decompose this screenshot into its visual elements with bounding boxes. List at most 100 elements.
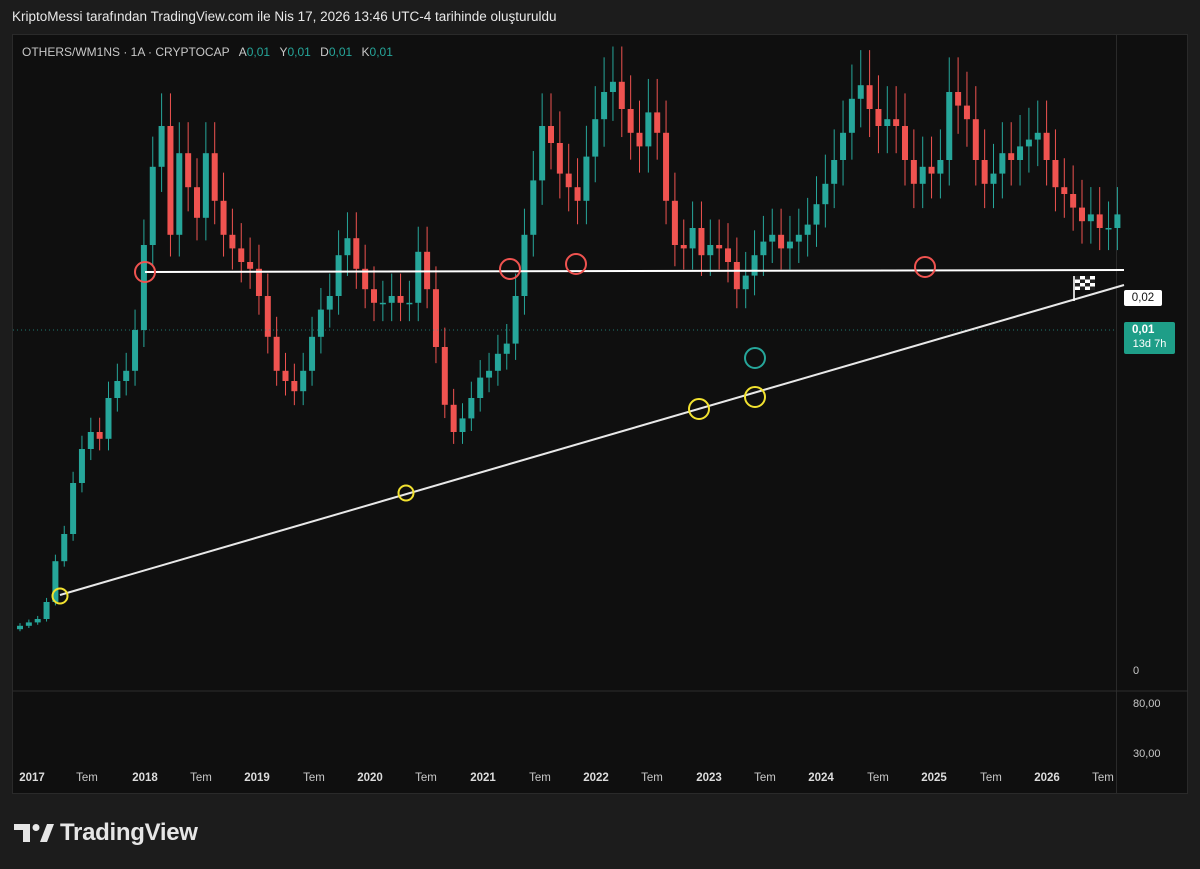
candle [229, 208, 236, 270]
candle [574, 158, 581, 225]
candle-body-down [185, 153, 192, 188]
candle [1043, 100, 1050, 186]
candle-body-up [601, 92, 608, 120]
candle-body-up [459, 418, 466, 432]
candle [1070, 165, 1077, 231]
candle-body-up [592, 119, 599, 157]
candle [671, 172, 678, 267]
candle-body-up [158, 126, 165, 167]
candle-body-up [415, 251, 422, 303]
candle-body-down [229, 234, 236, 249]
candlestick-chart[interactable] [0, 0, 1200, 869]
candle-body-up [919, 166, 926, 184]
candle-body-up [388, 296, 395, 303]
candle [211, 122, 218, 225]
time-tick-month: Tem [754, 772, 776, 784]
candle [123, 352, 130, 396]
candle [556, 111, 563, 199]
candle [1096, 187, 1103, 251]
time-tick-month: Tem [529, 772, 551, 784]
candle [875, 75, 882, 154]
candle-body-up [335, 255, 342, 296]
candle [1034, 100, 1041, 167]
candle [990, 143, 997, 209]
candle-body-up [840, 132, 847, 160]
candle-body-up [530, 180, 537, 235]
candle [707, 219, 714, 276]
candle [105, 381, 112, 451]
candle-body-down [441, 347, 448, 405]
candle [362, 244, 369, 309]
candle [539, 93, 546, 205]
candle-body-down [733, 262, 740, 290]
candle [716, 219, 723, 270]
trendline-price-tag: 0,02 [1124, 290, 1162, 306]
candle [981, 129, 988, 209]
candle [884, 86, 891, 154]
candle-body-down [698, 228, 705, 256]
time-tick-year: 2022 [583, 772, 609, 784]
candle-body-down [211, 153, 218, 201]
candle [530, 151, 537, 257]
candle-body-down [432, 289, 439, 347]
candle [114, 363, 121, 412]
candle-body-up [645, 112, 652, 147]
candle [521, 208, 528, 315]
candle [415, 226, 422, 322]
candle [910, 129, 917, 209]
candle-body-up [70, 483, 77, 534]
candle [857, 50, 864, 128]
candle-body-down [264, 296, 271, 337]
candle [1105, 201, 1112, 251]
candle-body-up [990, 173, 997, 184]
candle [441, 327, 448, 419]
candle-body-up [795, 234, 802, 242]
candle-body-up [884, 119, 891, 126]
candle [450, 388, 457, 444]
candle [1025, 107, 1032, 173]
candle [494, 334, 501, 386]
candle-body-down [972, 119, 979, 160]
candle [247, 237, 254, 289]
time-tick-year: 2026 [1034, 772, 1060, 784]
candle [733, 237, 740, 309]
candle-body-up [406, 302, 413, 305]
candle [96, 417, 103, 451]
candle-body-up [512, 296, 519, 344]
time-tick-month: Tem [76, 772, 98, 784]
time-tick-year: 2025 [921, 772, 947, 784]
candle-body-down [1052, 160, 1059, 188]
candle-body-down [663, 132, 670, 201]
candle [326, 273, 333, 328]
candle-body-down [565, 173, 572, 188]
candle-body-down [291, 381, 298, 392]
candles-layer [17, 46, 1121, 632]
candle-body-up [105, 398, 112, 439]
legend-high-value: 0,01 [287, 45, 311, 59]
candle [432, 266, 439, 364]
candle [786, 215, 793, 270]
candle [379, 280, 386, 322]
support-trendline [59, 284, 1125, 596]
candle [78, 435, 85, 493]
candle [1008, 122, 1015, 186]
volume-label-low: 30,00 [1133, 748, 1161, 760]
candle [25, 619, 32, 629]
candle [902, 93, 908, 186]
candle [238, 223, 245, 283]
bar-countdown: 13d 7h [1132, 338, 1167, 350]
candle-body-up [43, 602, 50, 619]
time-tick-month: Tem [980, 772, 1002, 784]
candle [132, 309, 139, 386]
time-tick-month: Tem [303, 772, 325, 784]
candle [893, 86, 900, 154]
candle [636, 100, 643, 173]
candle-body-up [468, 398, 475, 419]
candle-body-down [1096, 214, 1103, 228]
support-pivot-marker [744, 386, 766, 408]
candle-body-down [716, 245, 723, 249]
candle [955, 57, 962, 134]
candle-body-down [273, 336, 280, 371]
volume-label-high: 80,00 [1133, 698, 1161, 710]
resistance-trendline [144, 269, 1125, 273]
